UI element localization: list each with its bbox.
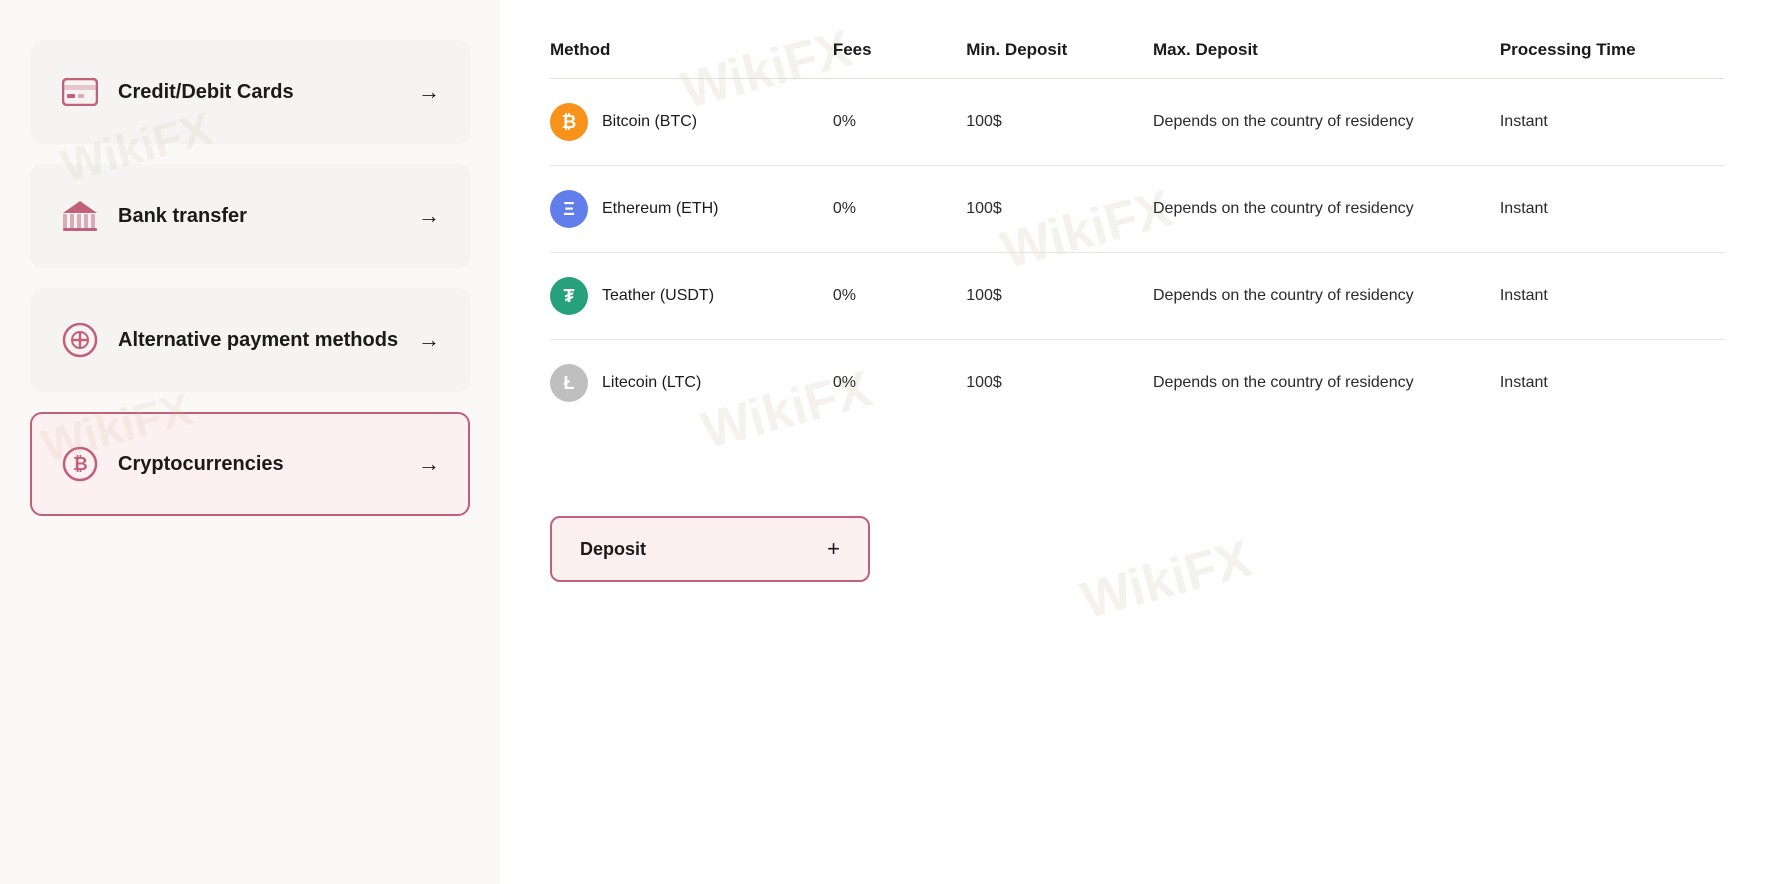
method-name-usdt: Teather (USDT) <box>602 287 714 305</box>
max-deposit-btc: Depends on the country of residency <box>1137 79 1484 166</box>
method-cell-ltc: Ł Litecoin (LTC) <box>550 340 817 427</box>
menu-item-bank-transfer[interactable]: Bank transfer → <box>30 164 470 268</box>
card-icon <box>60 72 100 112</box>
menu-item-left: Credit/Debit Cards <box>60 72 294 112</box>
deposit-plus-icon: + <box>827 536 840 562</box>
arrow-bank: → <box>418 203 440 229</box>
menu-item-cryptocurrencies[interactable]: ₿ Cryptocurrencies → <box>30 412 470 516</box>
circle-plus-icon <box>60 320 100 360</box>
method-cell-eth: Ξ Ethereum (ETH) <box>550 166 817 253</box>
usdt-icon: ₮ <box>550 277 588 315</box>
fees-eth: 0% <box>817 166 950 253</box>
processing-time-eth: Instant <box>1484 166 1724 253</box>
table-row: ₮ Teather (USDT) 0% 100$ Depends on the … <box>550 253 1724 340</box>
menu-item-credit-debit[interactable]: Credit/Debit Cards → <box>30 40 470 144</box>
menu-item-left-alt: Alternative payment methods <box>60 320 398 360</box>
processing-time-ltc: Instant <box>1484 340 1724 427</box>
max-deposit-eth: Depends on the country of residency <box>1137 166 1484 253</box>
fees-btc: 0% <box>817 79 950 166</box>
arrow-credit: → <box>418 79 440 105</box>
min-deposit-eth: 100$ <box>950 166 1137 253</box>
min-deposit-btc: 100$ <box>950 79 1137 166</box>
fees-usdt: 0% <box>817 253 950 340</box>
method-name-eth: Ethereum (ETH) <box>602 200 718 218</box>
fees-ltc: 0% <box>817 340 950 427</box>
method-name-ltc: Litecoin (LTC) <box>602 374 701 392</box>
payment-table-container: Method Fees Min. Deposit Max. Deposit Pr… <box>550 40 1724 582</box>
menu-label-bank: Bank transfer <box>118 205 247 228</box>
table-row: ₿ Bitcoin (BTC) 0% 100$ Depends on the c… <box>550 79 1724 166</box>
min-deposit-usdt: 100$ <box>950 253 1137 340</box>
col-header-processing-time: Processing Time <box>1484 40 1724 79</box>
menu-label-crypto: Cryptocurrencies <box>118 453 284 476</box>
payment-table: Method Fees Min. Deposit Max. Deposit Pr… <box>550 40 1724 426</box>
method-cell-btc: ₿ Bitcoin (BTC) <box>550 79 817 166</box>
col-header-min-deposit: Min. Deposit <box>950 40 1137 79</box>
btc-icon: ₿ <box>550 103 588 141</box>
ltc-icon: Ł <box>550 364 588 402</box>
svg-text:₿: ₿ <box>73 454 88 474</box>
col-header-max-deposit: Max. Deposit <box>1137 40 1484 79</box>
table-row: Ξ Ethereum (ETH) 0% 100$ Depends on the … <box>550 166 1724 253</box>
processing-time-usdt: Instant <box>1484 253 1724 340</box>
max-deposit-usdt: Depends on the country of residency <box>1137 253 1484 340</box>
menu-label-alt: Alternative payment methods <box>118 329 398 352</box>
right-panel: WikiFX WikiFX WikiFX WikiFX Method Fees … <box>500 0 1774 884</box>
menu-label-credit: Credit/Debit Cards <box>118 81 294 104</box>
menu-item-left-crypto: ₿ Cryptocurrencies <box>60 444 284 484</box>
max-deposit-ltc: Depends on the country of residency <box>1137 340 1484 427</box>
method-name-btc: Bitcoin (BTC) <box>602 113 697 131</box>
processing-time-btc: Instant <box>1484 79 1724 166</box>
method-cell-usdt: ₮ Teather (USDT) <box>550 253 817 340</box>
eth-icon: Ξ <box>550 190 588 228</box>
arrow-crypto: → <box>418 451 440 477</box>
menu-item-alternative[interactable]: Alternative payment methods → <box>30 288 470 392</box>
col-header-fees: Fees <box>817 40 950 79</box>
left-panel: WikiFX WikiFX Credit/Debit Cards → <box>0 0 500 884</box>
deposit-label: Deposit <box>580 539 646 560</box>
min-deposit-ltc: 100$ <box>950 340 1137 427</box>
table-row: Ł Litecoin (LTC) 0% 100$ Depends on the … <box>550 340 1724 427</box>
col-header-method: Method <box>550 40 817 79</box>
arrow-alt: → <box>418 327 440 353</box>
bank-icon <box>60 196 100 236</box>
menu-item-left-bank: Bank transfer <box>60 196 247 236</box>
bitcoin-icon: ₿ <box>60 444 100 484</box>
deposit-button[interactable]: Deposit + <box>550 516 870 582</box>
